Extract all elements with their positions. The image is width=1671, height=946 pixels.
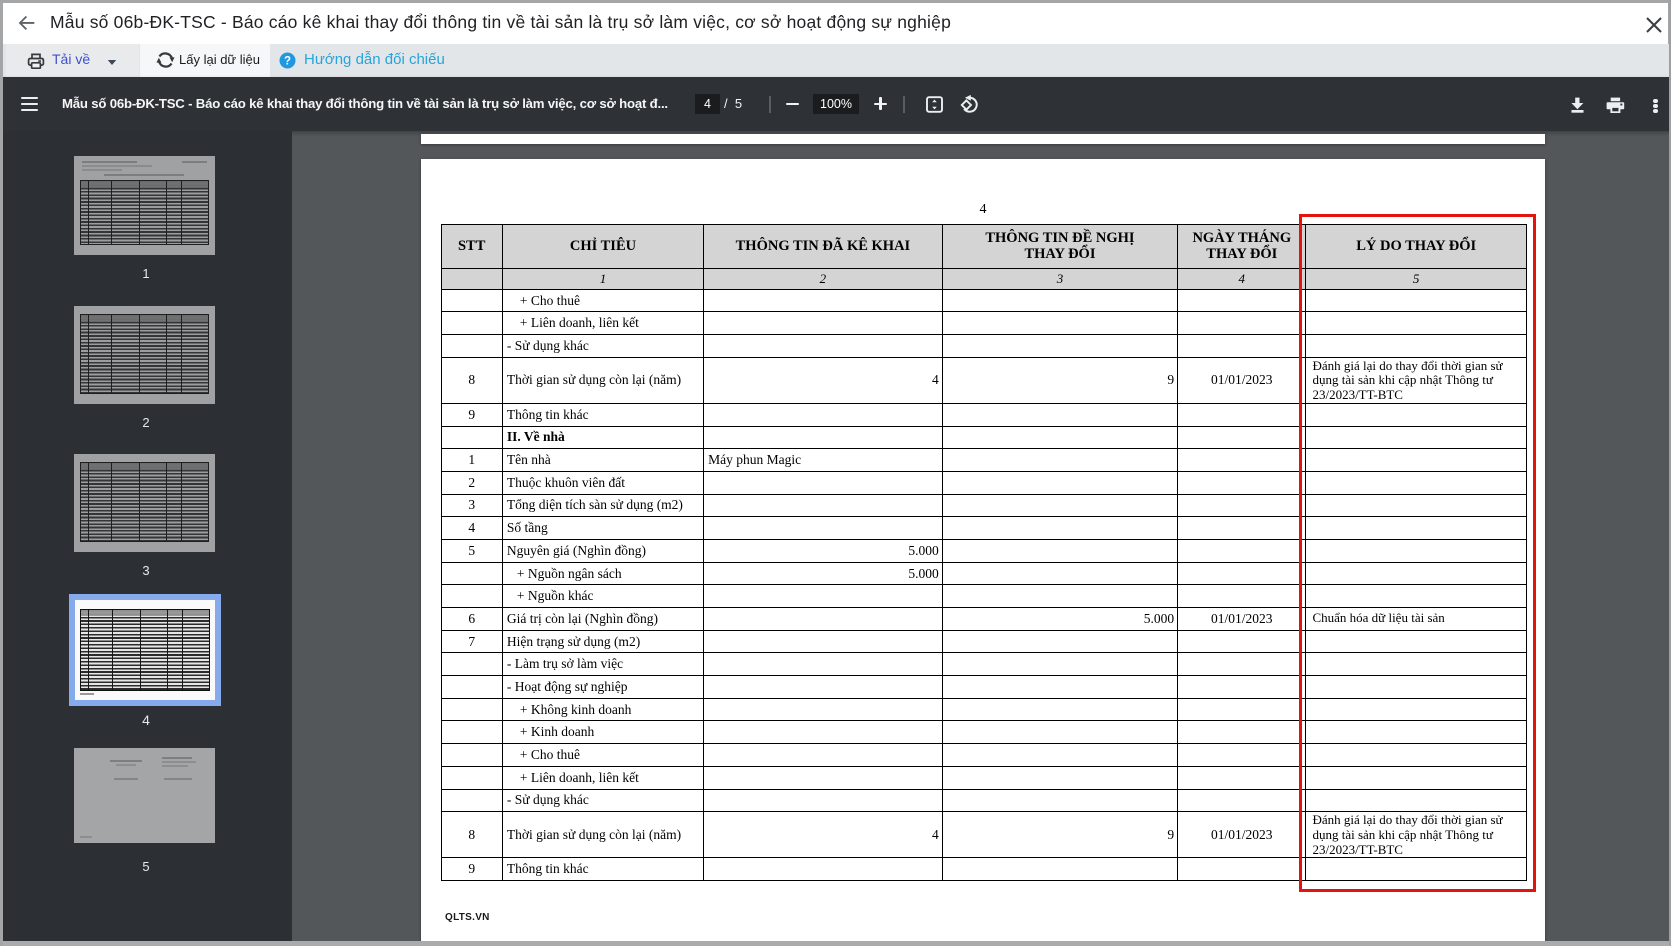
svg-text:?: ? [284,56,291,68]
